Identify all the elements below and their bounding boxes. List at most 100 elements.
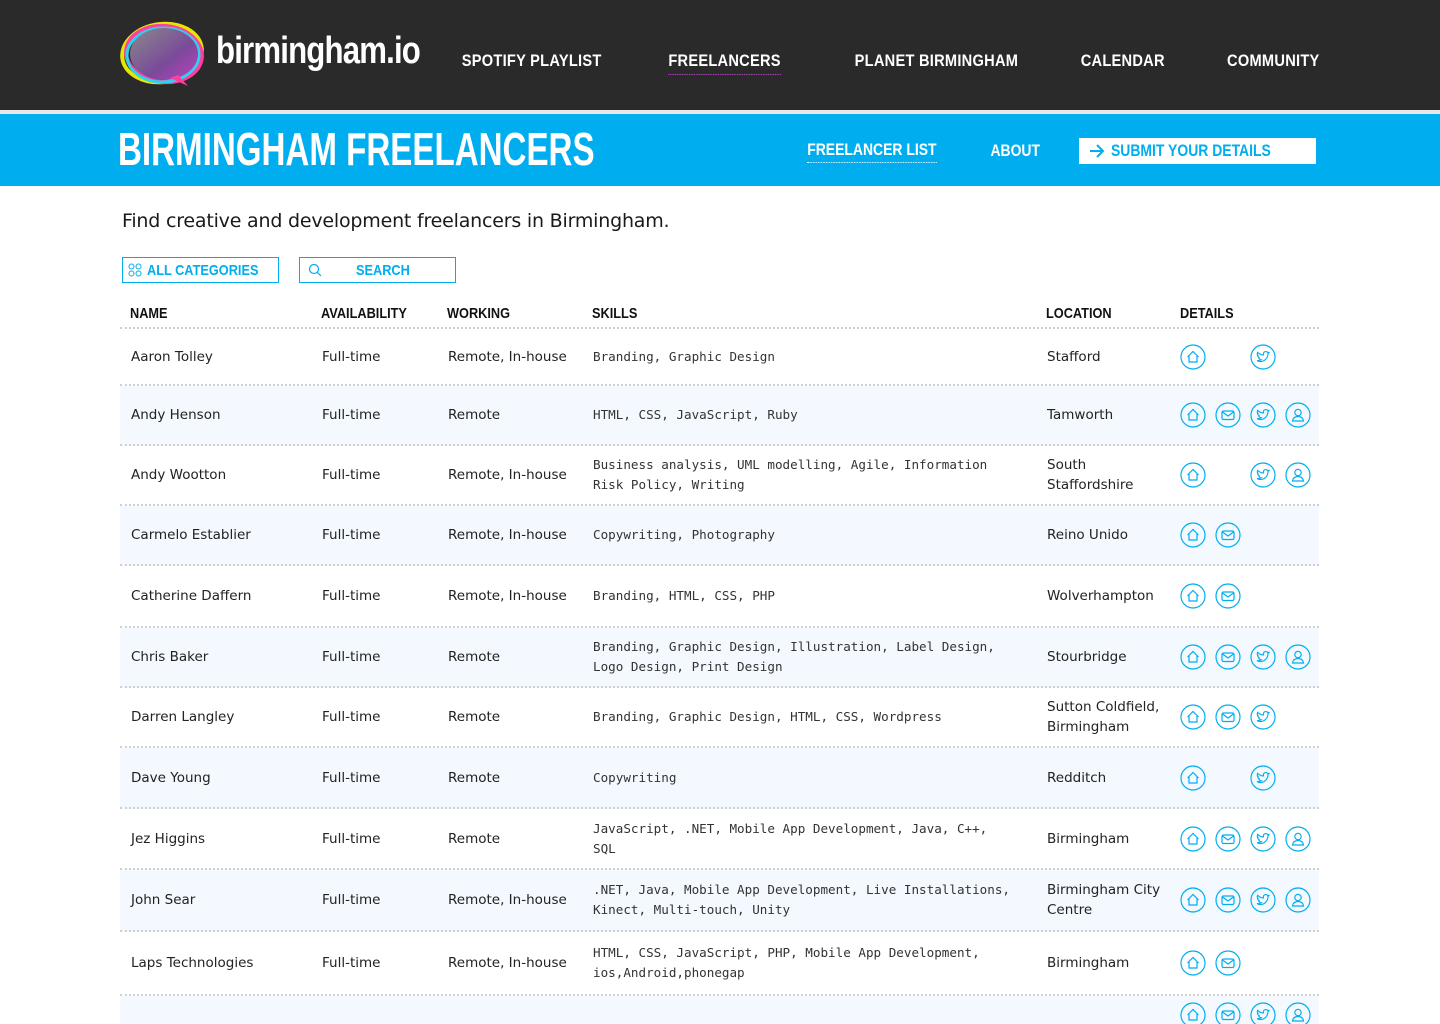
freelancer-name: Jez Higgins <box>131 809 311 868</box>
column-header-location[interactable]: LOCATION <box>1046 305 1112 322</box>
email-icon[interactable] <box>1215 887 1241 913</box>
availability-cell: Full-time <box>322 506 437 564</box>
twitter-icon[interactable] <box>1250 704 1276 730</box>
profile-icon[interactable] <box>1285 887 1311 913</box>
working-cell-text: Remote <box>448 709 501 725</box>
availability-cell: Full-time <box>322 688 437 746</box>
profile-icon[interactable] <box>1285 1002 1311 1024</box>
section-nav: FREELANCER LIST ABOUT SUBMIT YOUR DETAIL… <box>793 138 1316 164</box>
profile-icon[interactable] <box>1285 402 1311 428</box>
table-row: Catherine Daffern Full-time Remote, In-hou… <box>120 566 1319 628</box>
skills-cell: Branding, Graphic Design, HTML, CSS, Wor… <box>593 688 1013 746</box>
availability-cell-text: Full-time <box>322 348 381 365</box>
freelancer-name: Andy Henson <box>131 386 311 444</box>
freelancer-name-text: John Sear <box>131 892 196 908</box>
location-cell: Birmingham City Centre <box>1047 870 1172 930</box>
twitter-icon[interactable] <box>1250 1002 1276 1024</box>
email-icon[interactable] <box>1215 825 1241 852</box>
email-icon[interactable] <box>1215 1002 1241 1024</box>
twitter-icon[interactable] <box>1250 462 1276 488</box>
intro-text: Find creative and development freelancer… <box>122 210 670 232</box>
working-cell-text: Remote, In-house <box>448 588 567 604</box>
email-icon[interactable] <box>1215 402 1241 428</box>
table-row <box>120 996 1319 1024</box>
working-cell: Remote, In-house <box>448 506 588 564</box>
nav-planet-birmingham[interactable]: PLANET BIRMINGHAM <box>855 51 1019 75</box>
column-header-working[interactable]: WORKING <box>447 305 510 322</box>
availability-cell: Full-time <box>322 932 437 994</box>
skills-cell <box>593 996 1013 1024</box>
site-logo[interactable]: birmingham.io <box>118 20 421 90</box>
nav-freelancers[interactable]: FREELANCERS <box>667 51 781 75</box>
working-cell-text: Remote, In-house <box>448 348 567 365</box>
nav-spotify-playlist[interactable]: SPOTIFY PLAYLIST <box>462 51 602 75</box>
twitter-icon[interactable] <box>1250 764 1276 791</box>
availability-cell <box>322 996 437 1024</box>
working-cell: Remote, In-house <box>448 446 588 504</box>
home-icon[interactable] <box>1180 644 1206 670</box>
table-row: Andy Henson Full-time Remote HTML, CSS, Jav… <box>120 386 1319 446</box>
skills-cell: .NET, Java, Mobile App Development, Live… <box>593 870 1013 930</box>
email-icon[interactable] <box>1215 583 1241 609</box>
email-icon[interactable] <box>1215 950 1241 976</box>
availability-cell: Full-time <box>322 386 437 444</box>
home-icon[interactable] <box>1180 1002 1206 1024</box>
about-link[interactable]: ABOUT <box>990 141 1040 161</box>
column-header-skills[interactable]: SKILLS <box>592 305 637 322</box>
skills-cell: Business analysis, UML modelling, Agile,… <box>593 446 1013 504</box>
email-icon[interactable] <box>1215 704 1241 730</box>
nav-community[interactable]: COMMUNITY <box>1228 51 1320 75</box>
grid-icon <box>123 263 147 277</box>
twitter-icon[interactable] <box>1250 825 1276 852</box>
freelancer-name-text: Catherine Daffern <box>131 588 252 604</box>
submit-details-button[interactable]: SUBMIT YOUR DETAILS <box>1079 138 1316 164</box>
home-icon[interactable] <box>1180 402 1206 428</box>
profile-icon[interactable] <box>1285 644 1311 670</box>
twitter-icon[interactable] <box>1250 402 1276 428</box>
skills-cell-text: Branding, HTML, CSS, PHP <box>593 588 775 603</box>
home-icon[interactable] <box>1180 343 1206 370</box>
home-icon[interactable] <box>1180 950 1206 976</box>
home-icon[interactable] <box>1180 704 1206 730</box>
availability-cell: Full-time <box>322 566 437 626</box>
nav-calendar[interactable]: CALENDAR <box>1080 51 1164 75</box>
freelancer-name-text: Chris Baker <box>131 649 209 665</box>
home-icon[interactable] <box>1180 764 1206 791</box>
freelancer-name-text: Darren Langley <box>131 709 235 725</box>
email-icon[interactable] <box>1215 522 1241 548</box>
skills-cell-text: Copywriting, Photography <box>593 527 775 542</box>
location-cell-text: Birmingham City Centre <box>1047 882 1161 918</box>
home-icon[interactable] <box>1180 522 1206 548</box>
location-cell: Birmingham <box>1047 932 1172 994</box>
availability-cell-text: Full-time <box>322 588 381 604</box>
category-filter-button[interactable]: ALL CATEGORIES <box>122 257 279 283</box>
freelancer-name: Dave Young <box>131 748 311 807</box>
location-cell-text: Reino Unido <box>1047 527 1128 543</box>
working-cell: Remote <box>448 748 588 807</box>
search-button[interactable]: SEARCH <box>299 257 456 283</box>
profile-icon[interactable] <box>1285 825 1311 852</box>
freelancer-list-link[interactable]: FREELANCER LIST <box>807 140 937 163</box>
home-icon[interactable] <box>1180 462 1206 488</box>
home-icon[interactable] <box>1180 583 1206 609</box>
location-cell: South Staffordshire <box>1047 446 1172 504</box>
table-row: Chris Baker Full-time Remote Branding, Grap… <box>120 628 1319 688</box>
details-cell <box>1180 688 1320 746</box>
home-icon[interactable] <box>1180 825 1206 852</box>
skills-cell-text: HTML, CSS, JavaScript, Ruby <box>593 407 798 422</box>
freelancer-name: John Sear <box>131 870 311 930</box>
column-header-availability[interactable]: AVAILABILITY <box>321 305 407 322</box>
twitter-icon[interactable] <box>1250 343 1276 370</box>
freelancer-name: Andy Wootton <box>131 446 311 504</box>
location-cell: Reino Unido <box>1047 506 1172 564</box>
details-cell <box>1180 932 1320 994</box>
column-header-name[interactable]: NAME <box>130 305 168 322</box>
skills-cell-text: Branding, Graphic Design <box>593 348 775 364</box>
home-icon[interactable] <box>1180 887 1206 913</box>
profile-icon[interactable] <box>1285 462 1311 488</box>
freelancer-name: Chris Baker <box>131 628 311 686</box>
location-cell-text: Stafford <box>1047 348 1101 365</box>
twitter-icon[interactable] <box>1250 887 1276 913</box>
twitter-icon[interactable] <box>1250 644 1276 670</box>
email-icon[interactable] <box>1215 644 1241 670</box>
